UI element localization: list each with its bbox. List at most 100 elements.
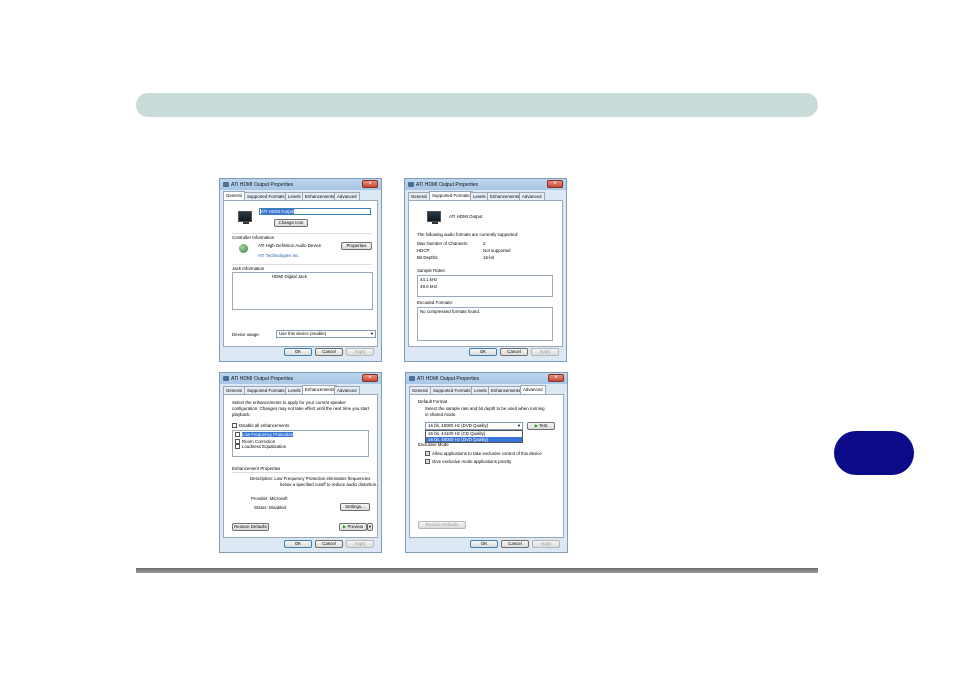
disable-all-label: Disable all enhancements bbox=[239, 423, 290, 428]
speaker-icon bbox=[223, 376, 229, 381]
tab-supported-formats[interactable]: Supported Formats bbox=[244, 192, 288, 200]
device-usage-select[interactable]: Use this device (enable) ▼ bbox=[276, 330, 376, 338]
tab-general[interactable]: General bbox=[223, 386, 245, 394]
sample-rates-list[interactable]: 44.1 kHz 48.0 kHz bbox=[417, 275, 553, 297]
dialog-advanced: ATI HDMI Output Properties × General Sup… bbox=[405, 372, 568, 553]
monitor-icon bbox=[427, 211, 441, 224]
intro-line: Select the enhancements to apply for you… bbox=[232, 400, 346, 405]
tab-supported-formats[interactable]: Supported Formats bbox=[244, 386, 288, 394]
checkbox-icon bbox=[232, 423, 237, 429]
enhancements-list[interactable]: Low Frequency Protection Room Correction… bbox=[232, 430, 369, 457]
tab-strip: General Supported Formats Levels Enhance… bbox=[408, 191, 563, 200]
tab-levels[interactable]: Levels bbox=[285, 386, 304, 394]
ok-button[interactable]: OK bbox=[470, 540, 498, 548]
encoded-formats-list[interactable]: No compressed formats found. bbox=[417, 307, 553, 341]
controller-header: Controller Information bbox=[232, 235, 275, 240]
properties-button[interactable]: Properties bbox=[341, 242, 372, 250]
ok-button[interactable]: OK bbox=[469, 348, 497, 356]
device-usage-label: Device usage: bbox=[232, 332, 260, 337]
audio-device-icon bbox=[239, 244, 248, 253]
chevron-down-icon: ▼ bbox=[370, 331, 374, 336]
tab-strip: General Supported Formats Levels Enhance… bbox=[223, 191, 378, 200]
checkbox-icon bbox=[235, 432, 240, 438]
speaker-icon bbox=[223, 182, 229, 187]
preview-dropdown-button[interactable]: ▾ bbox=[367, 523, 373, 531]
close-button[interactable]: × bbox=[362, 180, 378, 188]
tab-general[interactable]: General bbox=[409, 386, 431, 394]
speaker-icon bbox=[408, 182, 414, 187]
list-item: 44.1 kHz bbox=[420, 277, 438, 282]
tab-advanced[interactable]: Advanced bbox=[334, 192, 360, 200]
play-icon: ▶ bbox=[534, 423, 539, 428]
exclusive-mode-header: Exclusive Mode bbox=[418, 442, 449, 447]
disable-all-checkbox[interactable]: Disable all enhancements bbox=[232, 423, 289, 429]
cancel-button[interactable]: Cancel bbox=[315, 540, 343, 548]
preview-button[interactable]: ▶ Preview bbox=[339, 523, 367, 531]
intro-line: configuration. Changes may not take effe… bbox=[232, 406, 370, 411]
exclusive-control-checkbox[interactable]: ✓ Allow applications to take exclusive co… bbox=[425, 451, 542, 457]
apply-button[interactable]: Apply bbox=[346, 348, 374, 356]
exclusive-priority-checkbox[interactable]: ✓ Give exclusive mode applications priori… bbox=[425, 459, 511, 465]
list-item[interactable]: Low Frequency Protection bbox=[233, 431, 368, 439]
cancel-button[interactable]: Cancel bbox=[315, 348, 343, 356]
restore-defaults-button[interactable]: Restore Defaults bbox=[232, 523, 269, 531]
tab-enhancements[interactable]: Enhancements bbox=[487, 192, 523, 200]
bit-depth-value: 16-bit bbox=[483, 255, 494, 260]
hdcp-label: HDCP: bbox=[417, 248, 431, 253]
hdcp-value: Not supported bbox=[483, 248, 511, 253]
list-item-label: Loudness Equalization bbox=[242, 444, 287, 449]
apply-button[interactable]: Apply bbox=[346, 540, 374, 548]
preview-label: Preview bbox=[347, 524, 364, 529]
cancel-button[interactable]: Cancel bbox=[501, 540, 529, 548]
close-button[interactable]: × bbox=[548, 374, 564, 382]
device-name-field[interactable]: ATI HDMI Output bbox=[259, 208, 371, 215]
cancel-button[interactable]: Cancel bbox=[500, 348, 528, 356]
title-bar: ATI HDMI Output Properties × bbox=[220, 179, 381, 190]
list-item[interactable]: Loudness Equalization bbox=[233, 444, 368, 450]
tab-levels[interactable]: Levels bbox=[285, 192, 304, 200]
list-item-label: Low Frequency Protection bbox=[242, 432, 294, 437]
tab-advanced[interactable]: Advanced bbox=[519, 192, 545, 200]
default-format-select[interactable]: 16 bit, 48000 Hz (DVD Quality) ▼ bbox=[425, 422, 523, 430]
tab-general[interactable]: General bbox=[408, 192, 430, 200]
enhancement-properties-header: Enhancement Properties bbox=[232, 466, 281, 471]
formats-intro: The following audio formats are currentl… bbox=[417, 232, 519, 237]
settings-button[interactable]: Settings... bbox=[340, 503, 370, 511]
title-bar: ATI HDMI Output Properties × bbox=[220, 373, 381, 384]
test-button[interactable]: ▶ Test bbox=[527, 422, 555, 430]
close-button[interactable]: × bbox=[362, 374, 378, 382]
apply-button[interactable]: Apply bbox=[531, 348, 559, 356]
tab-supported-formats[interactable]: Supported Formats bbox=[429, 191, 473, 200]
tab-levels[interactable]: Levels bbox=[470, 192, 489, 200]
change-icon-button[interactable]: Change Icon bbox=[274, 219, 308, 227]
intro-line: playback. bbox=[232, 412, 251, 417]
dialog-supported-formats: ATI HDMI Output Properties × General Sup… bbox=[404, 178, 567, 362]
ok-button[interactable]: OK bbox=[284, 540, 312, 548]
close-button[interactable]: × bbox=[547, 180, 563, 188]
apply-button[interactable]: Apply bbox=[532, 540, 560, 548]
divider bbox=[232, 472, 369, 473]
encoded-formats-header: Encoded Formats: bbox=[417, 300, 453, 305]
restore-defaults-button[interactable]: Restore Defaults bbox=[418, 521, 466, 529]
tab-enhancements[interactable]: Enhancements bbox=[302, 192, 338, 200]
default-format-header: Default Format bbox=[418, 399, 448, 404]
device-name: ATI HDMI Output bbox=[449, 214, 483, 219]
tab-advanced[interactable]: Advanced bbox=[334, 386, 360, 394]
chapter-tab bbox=[834, 431, 914, 475]
dialog-title: ATI HDMI Output Properties bbox=[231, 375, 294, 382]
dialog-enhancements: ATI HDMI Output Properties × General Sup… bbox=[219, 372, 382, 553]
tab-enhancements[interactable]: Enhancements bbox=[488, 386, 524, 394]
tab-advanced[interactable]: Advanced bbox=[520, 385, 546, 394]
dialog-title: ATI HDMI Output Properties bbox=[417, 375, 480, 382]
channels-label: Max Number of Channels: bbox=[417, 241, 469, 246]
dialog-general: ATI HDMI Output Properties × General Sup… bbox=[219, 178, 382, 362]
dialog-title: ATI HDMI Output Properties bbox=[416, 181, 479, 188]
divider bbox=[232, 264, 372, 265]
ok-button[interactable]: OK bbox=[284, 348, 312, 356]
tab-levels[interactable]: Levels bbox=[471, 386, 490, 394]
speaker-icon bbox=[409, 376, 415, 381]
tab-general[interactable]: General bbox=[223, 191, 245, 200]
tab-supported-formats[interactable]: Supported Formats bbox=[430, 386, 474, 394]
chevron-down-icon: ▾ bbox=[368, 524, 372, 529]
tab-enhancements[interactable]: Enhancements bbox=[302, 385, 338, 394]
